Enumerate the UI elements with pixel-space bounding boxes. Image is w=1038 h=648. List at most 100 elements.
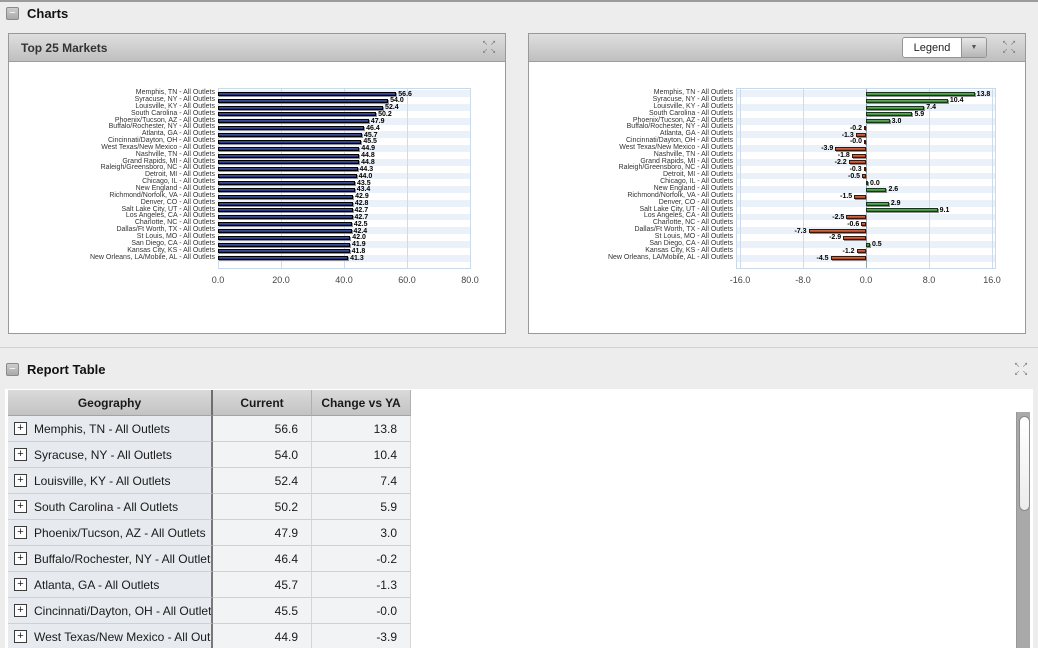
chart-bar[interactable] [854, 195, 866, 199]
chart-value-label: -0.6 [847, 221, 859, 228]
table-header-cell[interactable]: Change vs YA [312, 390, 411, 416]
change-panel-header: Legend ▼ ↖↗↙↘ [529, 34, 1025, 62]
expand-row-button[interactable]: + [14, 474, 27, 487]
expand-icon[interactable]: ↖↗↙↘ [481, 40, 497, 56]
chart-bar[interactable] [218, 222, 352, 226]
chart-bar[interactable] [218, 99, 388, 103]
expand-row-button[interactable]: + [14, 448, 27, 461]
current-cell: 44.9 [213, 624, 312, 648]
chart-bar[interactable] [218, 202, 353, 206]
chart-bar[interactable] [852, 154, 866, 158]
table-row[interactable]: +Atlanta, GA - All Outlets45.7-1.3 [8, 572, 412, 598]
chart-category-label: New Orleans, LA/Mobile, AL - All Outlets [529, 255, 733, 262]
table-row[interactable]: +Cincinnati/Dayton, OH - All Outlets45.5… [8, 598, 412, 624]
table-row[interactable]: +Buffalo/Rochester, NY - All Outlets46.4… [8, 546, 412, 572]
chart-bar[interactable] [831, 256, 866, 260]
chart-bar[interactable] [218, 208, 353, 212]
chart-bar[interactable] [218, 119, 369, 123]
chart-bar[interactable] [864, 167, 866, 171]
chart-value-label: -2.5 [832, 214, 844, 221]
chart-bar[interactable] [218, 174, 357, 178]
chart-bar[interactable] [218, 167, 358, 171]
table-row[interactable]: +Louisville, KY - All Outlets52.47.4 [8, 468, 412, 494]
chart-bar[interactable] [866, 112, 912, 116]
chart-bar[interactable] [866, 202, 889, 206]
chart-bar[interactable] [866, 92, 975, 96]
expand-icon[interactable]: ↖↗↙↘ [1013, 362, 1029, 378]
change-cell: 13.8 [312, 416, 411, 442]
expand-row-button[interactable]: + [14, 604, 27, 617]
collapse-charts-icon[interactable]: − [6, 7, 19, 20]
chart-bar[interactable] [218, 215, 353, 219]
chart-bar[interactable] [857, 249, 866, 253]
table-row[interactable]: +Syracuse, NY - All Outlets54.010.4 [8, 442, 412, 468]
chart-bar[interactable] [866, 243, 870, 247]
chart-bar[interactable] [218, 195, 353, 199]
chart-bar[interactable] [218, 188, 355, 192]
chart-value-label: -1.2 [842, 248, 854, 255]
expand-row-button[interactable]: + [14, 552, 27, 565]
chart-bar[interactable] [218, 249, 350, 253]
expand-icon[interactable]: ↖↗↙↘ [1001, 40, 1017, 56]
expand-row-button[interactable]: + [14, 422, 27, 435]
chart-bar[interactable] [218, 106, 383, 110]
table-row[interactable]: +Phoenix/Tucson, AZ - All Outlets47.93.0 [8, 520, 412, 546]
legend-dropdown[interactable]: Legend ▼ [902, 37, 987, 58]
chart-bar[interactable] [864, 140, 866, 144]
table-scrollbar-thumb[interactable] [1019, 416, 1030, 511]
chart-bar[interactable] [218, 112, 376, 116]
chart-bar[interactable] [846, 215, 866, 219]
expand-arrow-glyph: ↘ [1009, 48, 1017, 56]
table-row[interactable]: +South Carolina - All Outlets50.25.9 [8, 494, 412, 520]
geography-label: Atlanta, GA - All Outlets [34, 578, 159, 592]
chart-bar[interactable] [856, 133, 866, 137]
chart-bar[interactable] [218, 181, 355, 185]
axis-tick-label: 8.0 [923, 275, 936, 285]
chart-bar[interactable] [218, 147, 359, 151]
chart-bar[interactable] [866, 181, 868, 185]
expand-row-button[interactable]: + [14, 578, 27, 591]
chart-bar[interactable] [218, 92, 396, 96]
chart-bar[interactable] [218, 256, 348, 260]
chart-bar[interactable] [218, 236, 350, 240]
collapse-report-table-icon[interactable]: − [6, 363, 19, 376]
expand-row-button[interactable]: + [14, 500, 27, 513]
report-table-section-header: − Report Table [6, 362, 106, 377]
chart-bar[interactable] [866, 106, 924, 110]
chart-bar[interactable] [862, 174, 866, 178]
chart-bar[interactable] [835, 147, 866, 151]
table-header-cell[interactable]: Current [213, 390, 312, 416]
chart-bar[interactable] [866, 208, 938, 212]
chart-bar[interactable] [218, 229, 352, 233]
top25-panel-header: Top 25 Markets ↖↗↙↘ [9, 34, 505, 62]
chart-value-label: -0.0 [850, 138, 862, 145]
chart-bar[interactable] [218, 243, 350, 247]
table-header-cell[interactable]: Geography [8, 390, 213, 416]
current-cell: 50.2 [213, 494, 312, 520]
expand-row-button[interactable]: + [14, 526, 27, 539]
table-scrollbar-track[interactable] [1016, 412, 1030, 648]
chart-bar[interactable] [218, 133, 362, 137]
chart-bar[interactable] [866, 188, 886, 192]
chart-bar[interactable] [866, 119, 890, 123]
axis-tick-label: 0.0 [860, 275, 873, 285]
chevron-down-icon[interactable]: ▼ [961, 38, 986, 57]
chart-bar[interactable] [218, 140, 361, 144]
chart-bar[interactable] [866, 99, 948, 103]
change-vs-ya-chart: -16.0-8.00.08.016.0Memphis, TN - All Out… [529, 62, 1025, 333]
axis-tick-label: 60.0 [398, 275, 416, 285]
chart-bar[interactable] [861, 222, 866, 226]
chart-bar[interactable] [864, 126, 866, 130]
table-row[interactable]: +Memphis, TN - All Outlets56.613.8 [8, 416, 412, 442]
change-cell: -3.9 [312, 624, 411, 648]
expand-row-button[interactable]: + [14, 630, 27, 643]
table-row[interactable]: +West Texas/New Mexico - All Outlets44.9… [8, 624, 412, 648]
chart-bar[interactable] [218, 154, 359, 158]
chart-bar[interactable] [809, 229, 866, 233]
chart-bar[interactable] [218, 126, 364, 130]
chart-bar[interactable] [218, 160, 359, 164]
expand-arrow-glyph: ↖ [481, 40, 489, 48]
chart-bar[interactable] [843, 236, 866, 240]
chart-bar[interactable] [849, 160, 866, 164]
geography-label: Buffalo/Rochester, NY - All Outlets [34, 552, 213, 566]
